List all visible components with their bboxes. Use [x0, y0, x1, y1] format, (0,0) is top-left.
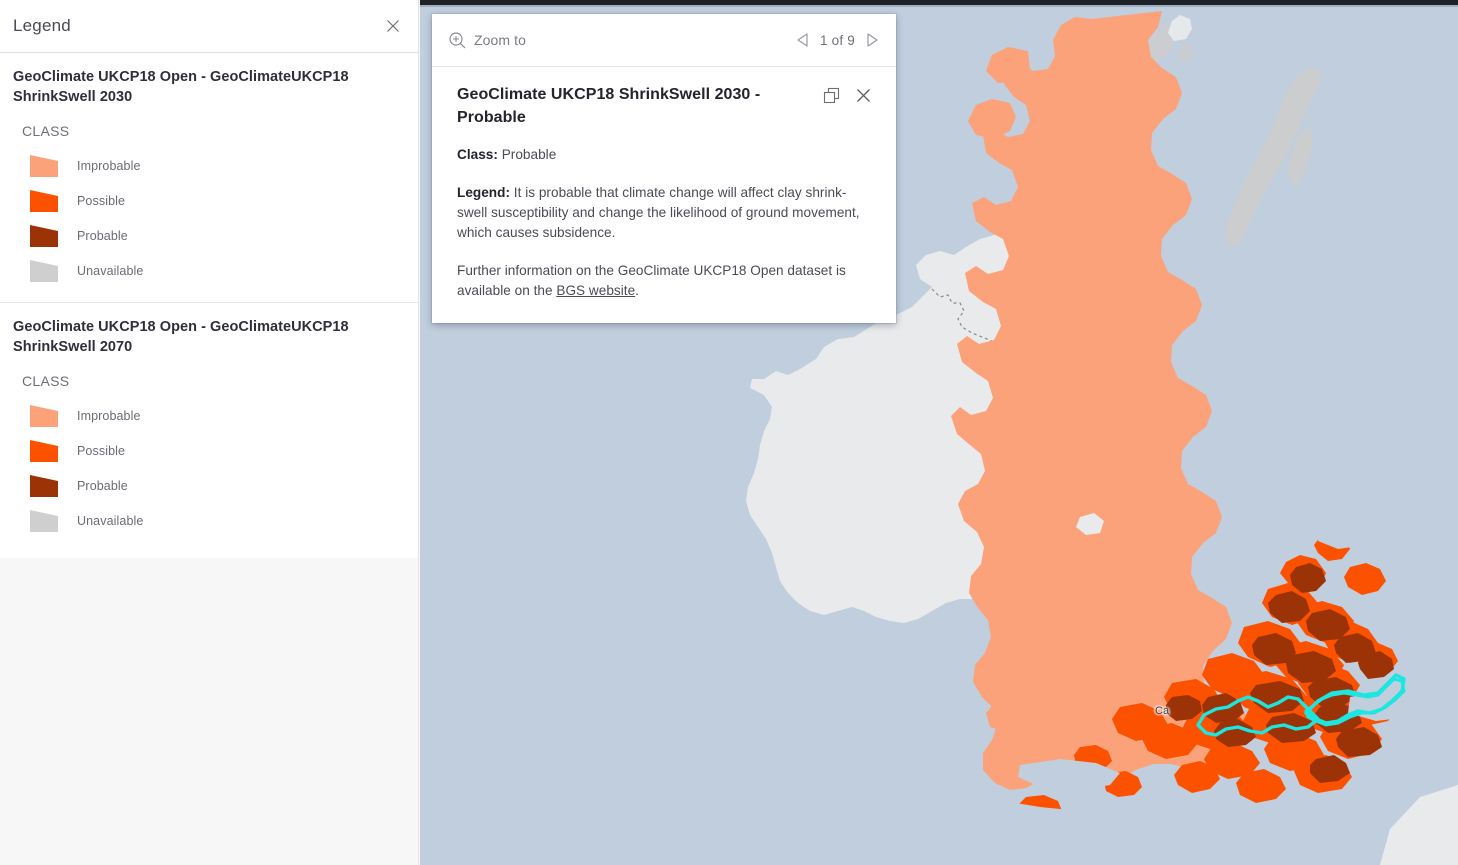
chevron-left-icon[interactable] [793, 30, 813, 50]
popup-toolbar: Zoom to 1 of 9 [432, 14, 896, 67]
legend-swatch-label: Improbable [77, 408, 141, 423]
popup-further-info-text: Further information on the GeoClimate UK… [457, 263, 846, 298]
legend-swatch-unavailable [30, 509, 58, 532]
popup-legend-label: Legend: [457, 185, 511, 200]
legend-item: Improbable [0, 148, 418, 183]
chevron-right-icon[interactable] [862, 30, 882, 50]
windows-dock-icon[interactable] [822, 86, 840, 104]
legend-panel: Legend GeoClimate UKCP18 Open - GeoClima… [0, 0, 419, 558]
legend-swatch-label: Probable [77, 478, 128, 493]
legend-swatch-improbable [30, 154, 58, 177]
legend-field-label: CLASS [22, 123, 70, 139]
close-icon[interactable] [854, 86, 872, 104]
close-icon[interactable] [382, 15, 404, 37]
legend-layer-title: GeoClimate UKCP18 Open - GeoClimateUKCP1… [13, 69, 349, 105]
legend-swatch-probable [30, 474, 58, 497]
legend-swatch-possible [30, 189, 58, 212]
legend-swatch-label: Unavailable [77, 263, 144, 278]
legend-title: Legend [13, 16, 71, 35]
legend-item: Possible [0, 433, 418, 468]
legend-item-list: Improbable Possible Probable Unavailable [0, 398, 418, 538]
popup-title: GeoClimate UKCP18 ShrinkSwell 2030 - Pro… [457, 86, 761, 126]
legend-swatch-unavailable [30, 259, 58, 282]
legend-section-2030: GeoClimate UKCP18 Open - GeoClimateUKCP1… [0, 53, 418, 302]
legend-item: Unavailable [0, 253, 418, 288]
popup-further-info-suffix: . [635, 283, 639, 298]
legend-item: Unavailable [0, 503, 418, 538]
feature-popup: Zoom to 1 of 9 GeoClimate UKCP18 ShrinkS… [432, 14, 896, 323]
legend-item: Probable [0, 468, 418, 503]
legend-swatch-label: Unavailable [77, 513, 144, 528]
legend-header: Legend [0, 0, 418, 53]
legend-swatch-label: Probable [77, 228, 128, 243]
popup-page-count: 1 of 9 [820, 32, 855, 48]
legend-item: Probable [0, 218, 418, 253]
popup-header-row: GeoClimate UKCP18 ShrinkSwell 2030 - Pro… [457, 83, 876, 129]
popup-action-icons [822, 83, 876, 104]
popup-body: GeoClimate UKCP18 ShrinkSwell 2030 - Pro… [432, 67, 896, 323]
popup-legend-description: Legend: It is probable that climate chan… [457, 183, 876, 243]
legend-section-2070: GeoClimate UKCP18 Open - GeoClimateUKCP1… [0, 302, 418, 552]
zoom-to-label: Zoom to [474, 32, 527, 48]
popup-field-value: Probable [497, 147, 557, 162]
legend-swatch-label: Possible [77, 193, 126, 208]
panel-empty-area [0, 558, 419, 865]
legend-swatch-label: Possible [77, 443, 126, 458]
legend-field-label: CLASS [22, 373, 70, 389]
legend-swatch-improbable [30, 404, 58, 427]
popup-legend-text: It is probable that climate change will … [457, 185, 860, 240]
bgs-website-link[interactable]: BGS website [556, 283, 635, 298]
zoom-in-magnifier-icon [448, 31, 467, 50]
popup-field-class: Class: Probable [457, 145, 876, 165]
legend-item: Improbable [0, 398, 418, 433]
legend-layer-title: GeoClimate UKCP18 Open - GeoClimateUKCP1… [13, 319, 349, 355]
popup-field-label: Class: [457, 147, 498, 162]
legend-item-list: Improbable Possible Probable Unavailable [0, 148, 418, 288]
legend-swatch-probable [30, 224, 58, 247]
zoom-to-button[interactable]: Zoom to [448, 31, 526, 50]
map-top-edge-highlight [420, 5, 1458, 7]
legend-swatch-label: Improbable [77, 158, 141, 173]
legend-item: Possible [0, 183, 418, 218]
popup-pagination: 1 of 9 [787, 24, 888, 56]
map-application: Ca Legend GeoClimate UKCP18 Open - GeoCl… [0, 0, 1458, 865]
popup-further-info: Further information on the GeoClimate UK… [457, 261, 876, 301]
legend-swatch-possible [30, 439, 58, 462]
